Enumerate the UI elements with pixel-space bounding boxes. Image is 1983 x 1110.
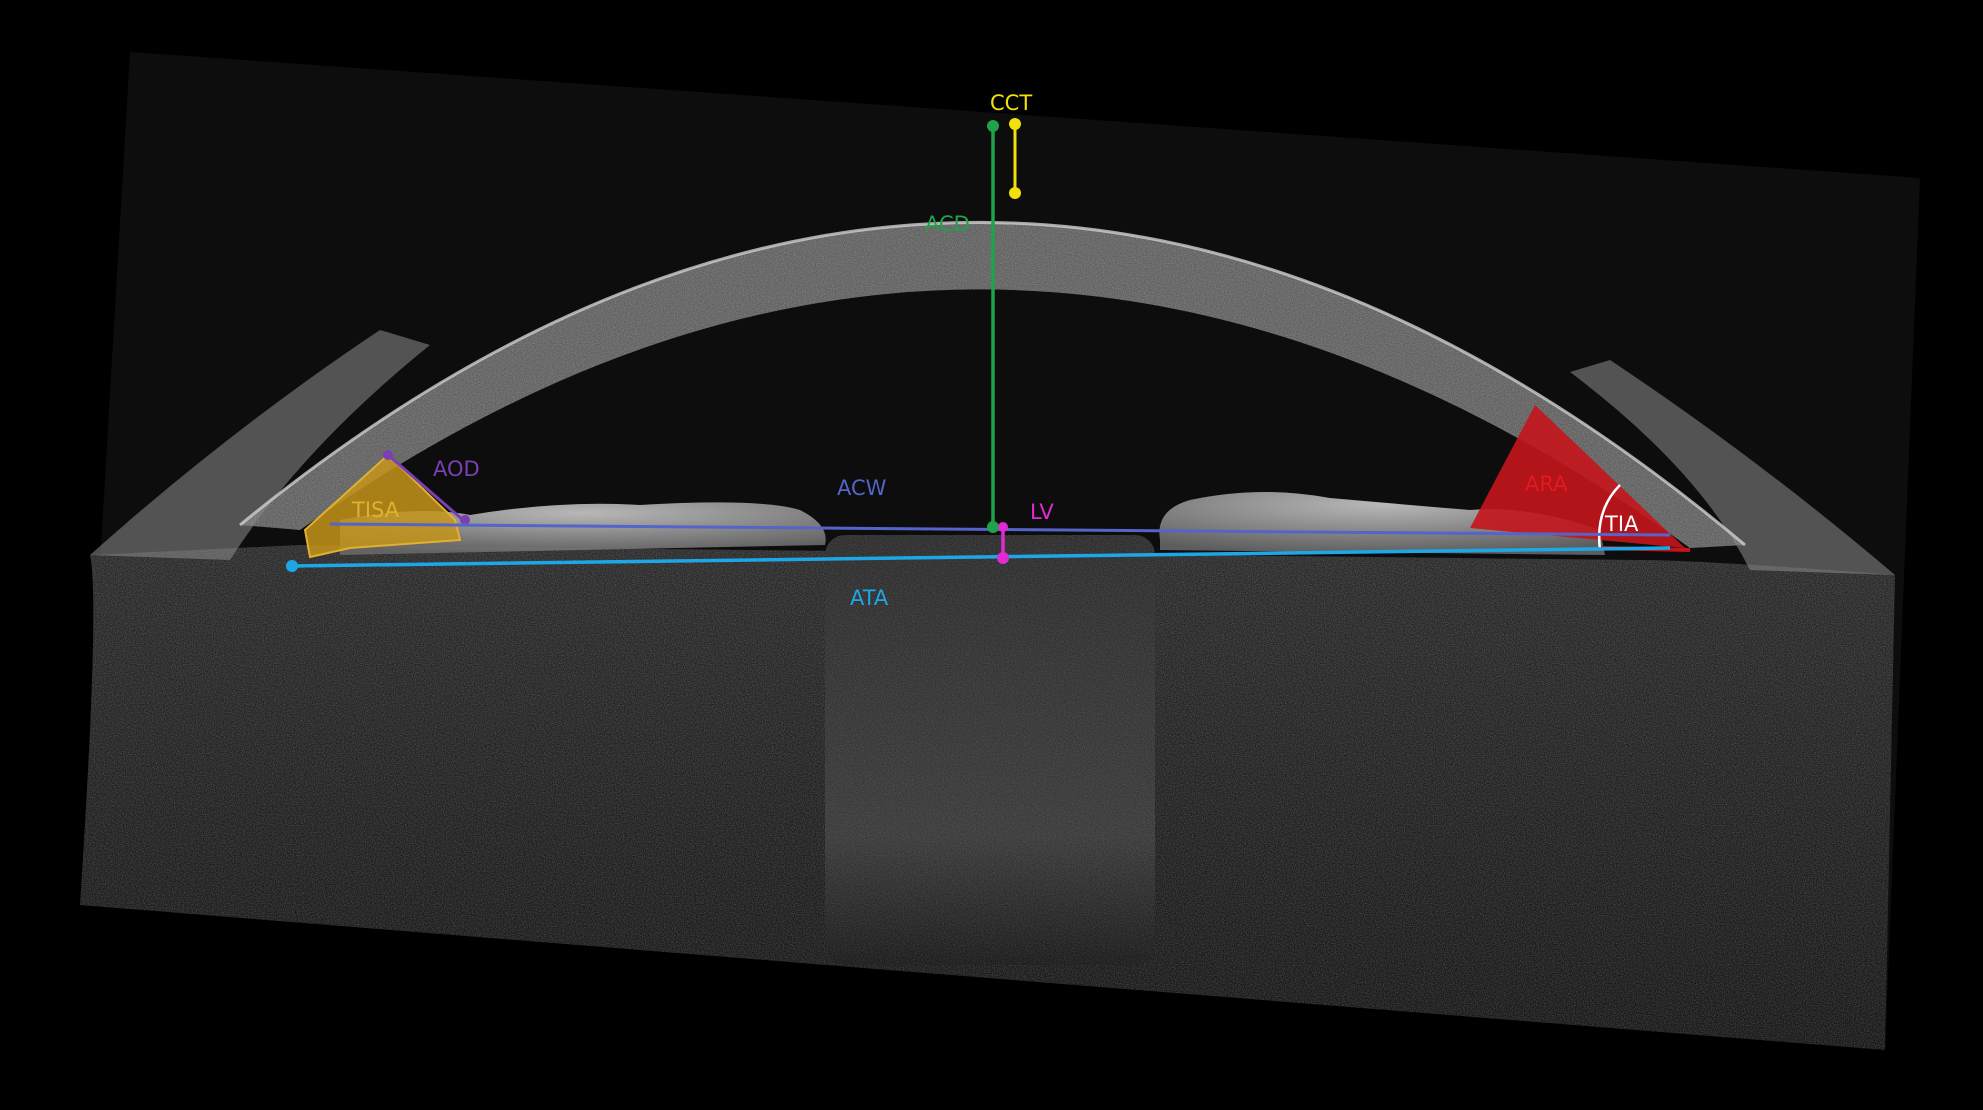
lv-endpoint-bottom bbox=[997, 552, 1009, 564]
label-cct: CCT bbox=[990, 91, 1032, 115]
label-lv: LV bbox=[1030, 500, 1054, 524]
label-acd: ACD bbox=[925, 212, 970, 236]
acd-endpoint-bottom bbox=[987, 521, 999, 533]
label-ata: ATA bbox=[850, 586, 889, 610]
ata-endpoint-left bbox=[286, 560, 298, 572]
label-tia: TIA bbox=[1604, 512, 1639, 536]
label-acw: ACW bbox=[837, 476, 887, 500]
cct-endpoint-bottom bbox=[1009, 187, 1021, 199]
oct-scan-canvas: CCT ACD AOD TISA ACW LV ATA ARA TIA bbox=[80, 52, 1920, 1050]
aod-endpoint-bottom bbox=[460, 515, 470, 525]
acd-endpoint-top bbox=[987, 120, 999, 132]
aod-endpoint-top bbox=[383, 450, 393, 460]
label-tisa: TISA bbox=[351, 498, 400, 522]
label-aod: AOD bbox=[433, 457, 480, 481]
label-ara: ARA bbox=[1525, 472, 1568, 496]
cct-endpoint-top bbox=[1009, 118, 1021, 130]
oct-image: CCT ACD AOD TISA ACW LV ATA ARA TIA bbox=[0, 0, 1983, 1106]
lv-endpoint-top bbox=[998, 522, 1008, 532]
